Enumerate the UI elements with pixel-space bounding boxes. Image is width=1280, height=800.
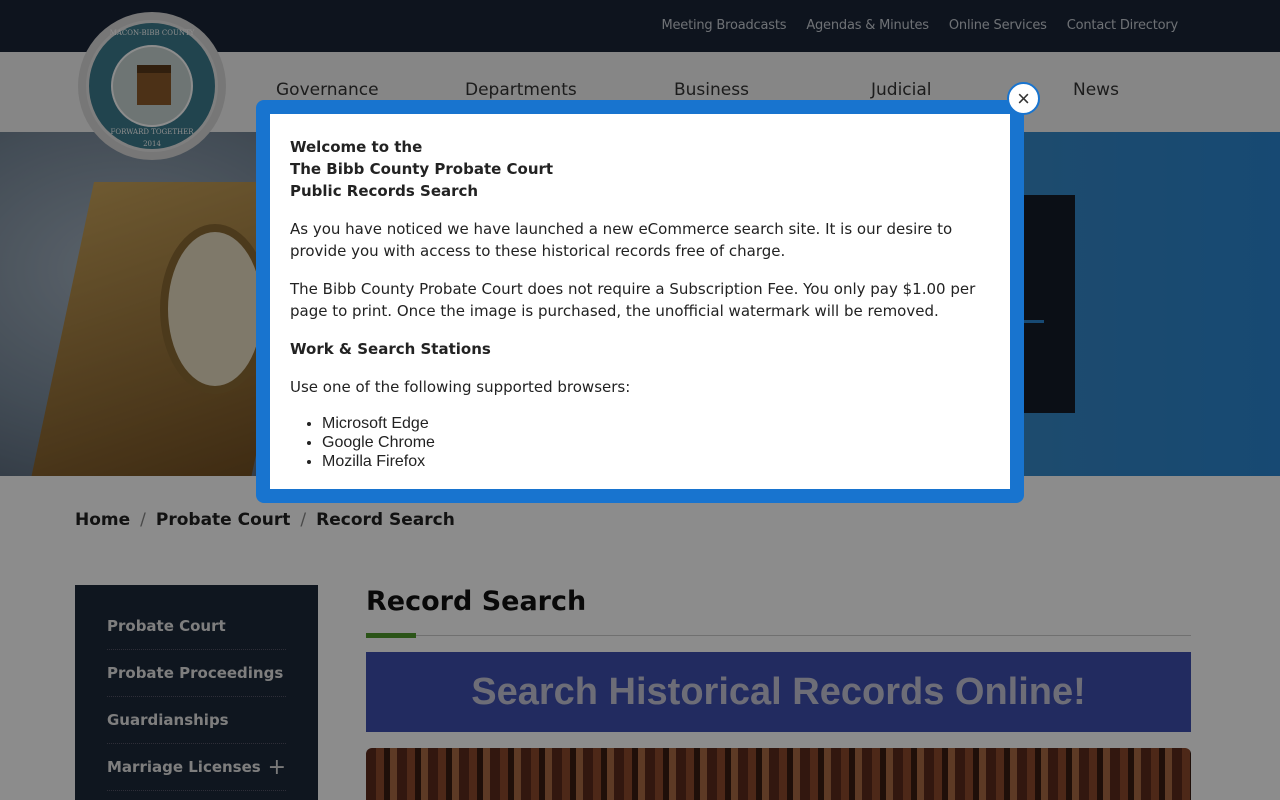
modal-paragraph-2: The Bibb County Probate Court does not r…: [290, 280, 976, 320]
modal-heading-line-2: The Bibb County Probate Court: [290, 160, 554, 178]
modal-content: Welcome to the The Bibb County Probate C…: [270, 114, 1010, 489]
modal-heading-line-3: Public Records Search: [290, 182, 479, 200]
browser-list-item: Mozilla Firefox: [322, 452, 990, 471]
modal-heading: Welcome to the The Bibb County Probate C…: [290, 136, 990, 202]
modal-paragraph-1: As you have noticed we have launched a n…: [290, 220, 953, 260]
welcome-modal: Welcome to the The Bibb County Probate C…: [256, 100, 1024, 503]
modal-section-title: Work & Search Stations: [290, 340, 491, 358]
close-modal-button[interactable]: ×: [1007, 82, 1040, 115]
modal-browsers-intro: Use one of the following supported brows…: [290, 378, 631, 396]
close-icon: ×: [1017, 85, 1030, 111]
modal-heading-line-1: Welcome to the: [290, 138, 423, 156]
browser-list-item: Google Chrome: [322, 433, 990, 452]
browser-list-item: Microsoft Edge: [322, 414, 990, 433]
browser-list: Microsoft Edge Google Chrome Mozilla Fir…: [322, 414, 990, 471]
